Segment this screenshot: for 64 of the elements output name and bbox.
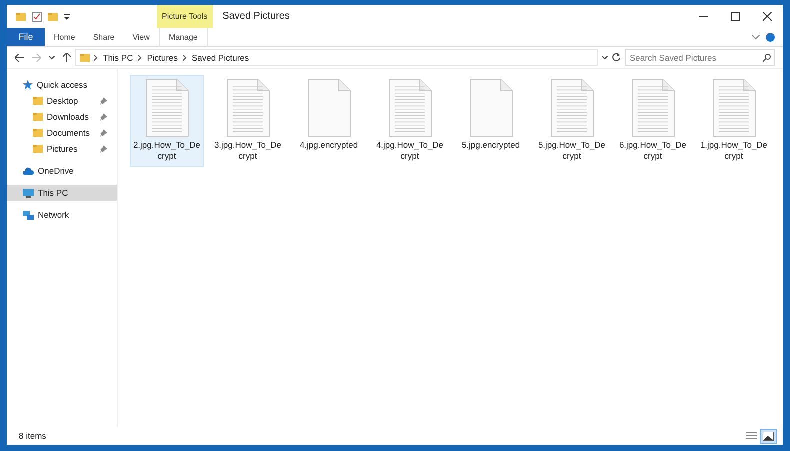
sidebar-item[interactable]: Documents bbox=[7, 125, 117, 141]
cloud-icon bbox=[23, 167, 34, 175]
help-icon[interactable] bbox=[766, 32, 775, 42]
ribbon-tab[interactable]: Home bbox=[45, 28, 84, 46]
sidebar-item[interactable]: Downloads bbox=[7, 109, 117, 125]
sidebar-item[interactable]: Network bbox=[7, 207, 117, 223]
file-item[interactable]: 6.jpg.How_To_Decrypt bbox=[616, 75, 690, 167]
file-item[interactable]: 5.jpg.How_To_Decrypt bbox=[535, 75, 609, 167]
text-document-icon bbox=[226, 79, 270, 137]
file-item[interactable]: 3.jpg.How_To_Decrypt bbox=[211, 75, 285, 167]
maximize-icon bbox=[730, 12, 740, 21]
file-item[interactable]: 5.jpg.encrypted bbox=[454, 75, 528, 156]
expand-ribbon-icon[interactable] bbox=[752, 34, 760, 40]
text-document-icon bbox=[388, 79, 432, 137]
star-icon bbox=[23, 80, 33, 90]
chevron-right-icon bbox=[94, 54, 98, 60]
file-item[interactable]: 1.jpg.How_To_Decrypt bbox=[697, 75, 771, 167]
ribbon-tab[interactable]: View bbox=[124, 28, 159, 46]
large-icons-view-button[interactable] bbox=[760, 428, 777, 444]
file-item[interactable]: 4.jpg.How_To_Decrypt bbox=[373, 75, 447, 167]
folder-icon bbox=[33, 112, 43, 122]
close-icon bbox=[762, 12, 772, 21]
breadcrumb[interactable]: Pictures bbox=[146, 52, 179, 62]
file-item[interactable]: 4.jpg.encrypted bbox=[292, 75, 366, 156]
window-title: Saved Pictures bbox=[222, 10, 291, 24]
search-icon bbox=[763, 54, 771, 62]
folder-icon bbox=[80, 52, 90, 62]
sidebar-item[interactable]: Pictures bbox=[7, 141, 117, 157]
ribbon-tab[interactable]: Share bbox=[84, 28, 124, 46]
text-document-icon bbox=[632, 79, 674, 137]
file-menu-tab[interactable]: File bbox=[7, 28, 45, 46]
network-icon bbox=[23, 210, 34, 220]
list-icon bbox=[746, 432, 757, 440]
up-arrow-icon[interactable] bbox=[63, 53, 71, 62]
back-arrow-icon[interactable] bbox=[15, 54, 24, 62]
image-icon bbox=[763, 432, 774, 440]
text-document-icon bbox=[146, 79, 188, 137]
sidebar-item[interactable]: Quick access bbox=[7, 77, 117, 93]
chevron-right-icon bbox=[138, 54, 142, 60]
folder-icon bbox=[33, 144, 43, 154]
checkmark-document-icon[interactable] bbox=[32, 12, 42, 22]
blank-document-icon bbox=[470, 79, 512, 137]
item-count: 8 items bbox=[19, 431, 46, 441]
sidebar-item[interactable]: Desktop bbox=[7, 93, 117, 109]
chevron-down-icon[interactable] bbox=[49, 56, 55, 60]
monitor-icon bbox=[23, 188, 34, 198]
dropdown-icon[interactable] bbox=[64, 14, 70, 20]
folder-icon bbox=[33, 96, 43, 106]
file-item[interactable]: 2.jpg.How_To_Decrypt bbox=[130, 75, 204, 167]
context-tab-label: Picture Tools bbox=[157, 5, 213, 28]
blank-document-icon bbox=[308, 79, 350, 137]
chevron-down-icon[interactable] bbox=[602, 56, 608, 60]
ribbon-tab[interactable]: Manage bbox=[158, 28, 208, 46]
search-field[interactable]: Search Saved Pictures bbox=[625, 49, 775, 66]
refresh-icon[interactable] bbox=[612, 53, 621, 62]
breadcrumb[interactable]: Saved Pictures bbox=[190, 52, 250, 62]
folder-icon bbox=[33, 128, 43, 138]
chevron-right-icon bbox=[182, 54, 187, 60]
address-bar[interactable]: This PC Pictures Saved Pictures bbox=[75, 49, 598, 66]
text-document-icon bbox=[712, 79, 756, 137]
text-document-icon bbox=[550, 79, 594, 137]
sidebar-item[interactable]: This PC bbox=[7, 185, 117, 201]
sidebar-item[interactable]: OneDrive bbox=[7, 163, 117, 179]
breadcrumb[interactable]: This PC bbox=[102, 52, 134, 62]
